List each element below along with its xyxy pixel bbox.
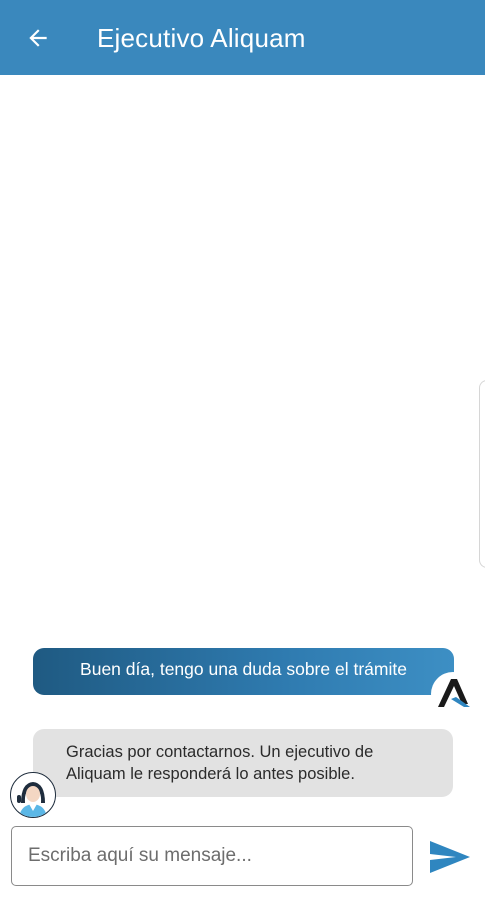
message-input[interactable] [11, 826, 413, 886]
side-drawer-handle[interactable] [479, 380, 485, 568]
incoming-message: Gracias por contactarnos. Un ejecutivo d… [33, 729, 453, 797]
aliquam-logo-icon [431, 672, 475, 716]
arrow-left-icon [29, 29, 47, 47]
assistant-avatar [10, 772, 56, 818]
assistant-avatar-icon [11, 773, 55, 817]
page-title: Ejecutivo Aliquam [97, 23, 306, 53]
outgoing-message: Buen día, tengo una duda sobre el trámit… [33, 648, 454, 695]
outgoing-message-text: Buen día, tengo una duda sobre el trámit… [80, 659, 407, 679]
send-button[interactable] [426, 836, 474, 878]
back-button[interactable] [22, 22, 54, 54]
send-icon [430, 841, 470, 873]
incoming-message-text: Gracias por contactarnos. Un ejecutivo d… [66, 743, 374, 783]
app-bar: Ejecutivo Aliquam [0, 0, 485, 75]
